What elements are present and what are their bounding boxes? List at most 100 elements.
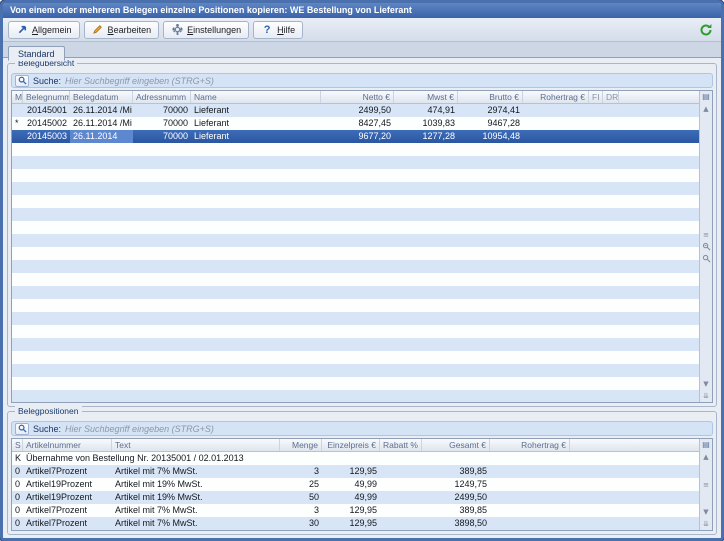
cell: 2974,41: [458, 104, 523, 117]
column-header-s[interactable]: S: [12, 439, 23, 451]
cell: 389,85: [422, 504, 490, 517]
cell: [589, 117, 603, 130]
empty-row: [12, 377, 699, 390]
cell: Lieferant: [191, 130, 321, 143]
cell: [12, 104, 23, 117]
scroll-down-icon[interactable]: ▼: [701, 379, 712, 389]
tab-standard-label: Standard: [18, 49, 55, 59]
toolbar: Allgemein Bearbeiten Einstellungen ? Hil…: [3, 18, 721, 42]
beleg-search-input[interactable]: [65, 75, 709, 87]
window-titlebar[interactable]: Von einem oder mehreren Belegen einzelne…: [3, 3, 721, 18]
column-header-rohertrag[interactable]: Rohertrag €: [523, 91, 589, 103]
cell: [619, 130, 699, 143]
column-config-icon[interactable]: ▤: [701, 92, 712, 102]
page-down-icon[interactable]: ⇊: [701, 391, 712, 401]
cell: 0: [12, 517, 23, 530]
empty-row: [12, 247, 699, 260]
cell: [490, 504, 570, 517]
column-header-rabatt[interactable]: Rabatt %: [380, 439, 422, 451]
cell: 30: [280, 517, 322, 530]
cell: 20145002: [23, 117, 70, 130]
beleg-row[interactable]: *2014500226.11.2014 /Mi70000Lieferant842…: [12, 117, 699, 130]
position-row[interactable]: 0Artikel19ProzentArtikel mit 19% MwSt.50…: [12, 491, 699, 504]
tab-standard[interactable]: Standard: [8, 46, 65, 61]
beleg-grid-scrollbar: ▤ ▲ ≡ ▼ ⇊: [699, 91, 712, 402]
column-header-text[interactable]: Text: [112, 439, 280, 451]
cell: 3898,50: [422, 517, 490, 530]
cell: [619, 104, 699, 117]
page-down-icon[interactable]: ⇊: [701, 519, 712, 529]
position-row[interactable]: 0Artikel7ProzentArtikel mit 7% MwSt.3129…: [12, 504, 699, 517]
column-header-rohertrag[interactable]: Rohertrag €: [490, 439, 570, 451]
bearbeiten-label: Bearbeiten: [108, 25, 152, 35]
scroll-up-icon[interactable]: ▲: [701, 452, 712, 462]
search-label: Suche:: [33, 76, 61, 86]
empty-row: [12, 234, 699, 247]
empty-row: [12, 351, 699, 364]
cell: [380, 491, 422, 504]
empty-row: [12, 182, 699, 195]
empty-row: [12, 169, 699, 182]
column-header-m[interactable]: M: [12, 91, 23, 103]
position-row[interactable]: KÜbernahme von Bestellung Nr. 20135001 /…: [12, 452, 699, 465]
beleg-row[interactable]: 2014500126.11.2014 /Mi70000Lieferant2499…: [12, 104, 699, 117]
cell: Artikel19Prozent: [23, 491, 112, 504]
cell: Artikel mit 19% MwSt.: [112, 491, 280, 504]
column-header-name[interactable]: Name: [191, 91, 321, 103]
einstellungen-button[interactable]: Einstellungen: [163, 21, 249, 39]
column-header-artikelnummer[interactable]: Artikelnummer: [23, 439, 112, 451]
cell: [603, 130, 619, 143]
scroll-down-icon[interactable]: ▼: [701, 507, 712, 517]
empty-row: [12, 286, 699, 299]
beleg-row[interactable]: 2014500326.11.201470000Lieferant9677,201…: [12, 130, 699, 143]
allgemein-label: Allgemein: [32, 25, 72, 35]
column-header-mwst[interactable]: Mwst €: [394, 91, 458, 103]
column-header-netto[interactable]: Netto €: [321, 91, 394, 103]
column-header-menge[interactable]: Menge: [280, 439, 322, 451]
cell: 129,95: [322, 465, 380, 478]
column-header-fi[interactable]: FI: [589, 91, 603, 103]
column-header-brutto[interactable]: Brutto €: [458, 91, 523, 103]
cell: 9467,28: [458, 117, 523, 130]
search-icon[interactable]: [15, 423, 29, 435]
empty-row: [12, 260, 699, 273]
hilfe-button[interactable]: ? Hilfe: [253, 21, 303, 39]
column-header-dr[interactable]: DR: [603, 91, 619, 103]
cell: 129,95: [322, 517, 380, 530]
column-header-adressnummer[interactable]: Adressnumm: [133, 91, 191, 103]
column-header-belegdatum[interactable]: Belegdatum: [70, 91, 133, 103]
empty-row: [12, 195, 699, 208]
position-row[interactable]: 0Artikel7ProzentArtikel mit 7% MwSt.3012…: [12, 517, 699, 530]
bearbeiten-button[interactable]: Bearbeiten: [84, 21, 160, 39]
menu-icon[interactable]: ≡: [701, 230, 712, 240]
position-row[interactable]: 0Artikel7ProzentArtikel mit 7% MwSt.3129…: [12, 465, 699, 478]
cell: [570, 465, 699, 478]
empty-row: [12, 208, 699, 221]
column-config-icon[interactable]: ▤: [701, 440, 712, 450]
zoom-in-icon[interactable]: [701, 242, 712, 252]
positionen-search-input[interactable]: [65, 423, 709, 435]
zoom-out-icon[interactable]: [701, 254, 712, 264]
empty-row: [12, 312, 699, 325]
column-header-gesamt[interactable]: Gesamt €: [422, 439, 490, 451]
einstellungen-label: Einstellungen: [187, 25, 241, 35]
cell: [490, 478, 570, 491]
scroll-up-icon[interactable]: ▲: [701, 104, 712, 114]
cell: [490, 491, 570, 504]
allgemein-button[interactable]: Allgemein: [8, 21, 80, 39]
cell: K: [12, 452, 23, 465]
cell: 70000: [133, 104, 191, 117]
cell: [523, 104, 589, 117]
search-icon[interactable]: [15, 75, 29, 87]
menu-icon[interactable]: ≡: [701, 480, 712, 490]
cell: 1277,28: [394, 130, 458, 143]
sync-button[interactable]: [698, 22, 714, 38]
position-row[interactable]: 0Artikel19ProzentArtikel mit 19% MwSt.25…: [12, 478, 699, 491]
cell: [523, 130, 589, 143]
beleg-grid-header: M Belegnumme Belegdatum Adressnumm Name …: [12, 91, 699, 104]
cell: 0: [12, 491, 23, 504]
cell: 10954,48: [458, 130, 523, 143]
empty-row: [12, 325, 699, 338]
column-header-einzelpreis[interactable]: Einzelpreis €: [322, 439, 380, 451]
column-header-belegnummer[interactable]: Belegnumme: [23, 91, 70, 103]
